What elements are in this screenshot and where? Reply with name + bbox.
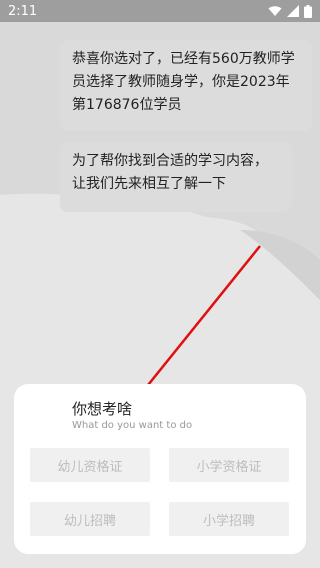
sheet-subtitle: What do you want to do — [72, 420, 193, 431]
chat-bubble-congrats: 恭喜你选对了，已经有560万教师学员选择了教师随身学，你是2023年第17687… — [60, 40, 312, 131]
option-primary-certificate[interactable]: 小学资格证 — [169, 448, 289, 482]
sheet-title: 你想考啥 — [72, 400, 133, 418]
option-kindergarten-recruitment[interactable]: 幼儿招聘 — [30, 502, 150, 536]
status-bar: 2:11 — [0, 0, 320, 22]
option-primary-recruitment[interactable]: 小学招聘 — [169, 502, 289, 536]
option-kindergarten-certificate[interactable]: 幼儿资格证 — [30, 448, 150, 482]
battery-icon — [304, 4, 312, 18]
status-time: 2:11 — [8, 3, 38, 19]
chat-bubble-intro: 为了帮你找到合适的学习内容，让我们先来相互了解一下 — [60, 142, 292, 212]
signal-icon — [287, 5, 299, 17]
selection-sheet: 你想考啥 What do you want to do 幼儿资格证 小学资格证 … — [14, 384, 306, 554]
wifi-icon — [268, 6, 282, 16]
